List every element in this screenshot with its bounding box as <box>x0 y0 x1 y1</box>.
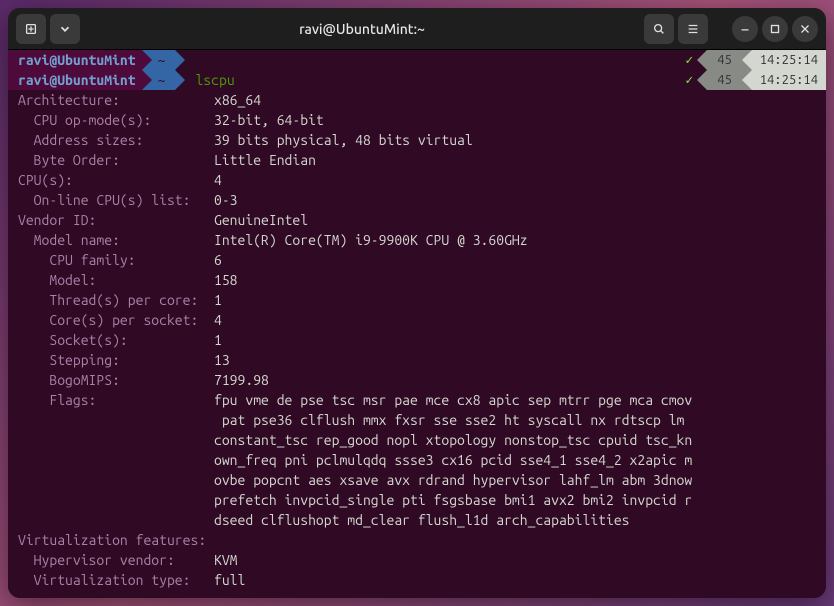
command-output: Architecture: x86_64 CPU op-mode(s): 32-… <box>8 90 826 590</box>
menu-button[interactable] <box>678 14 708 44</box>
row-value: 4 <box>214 172 222 188</box>
output-row: Virtualization type: full <box>18 570 826 590</box>
prompt-dir: ~ <box>152 70 176 90</box>
row-value: Intel(R) Core(TM) i9-9900K CPU @ 3.60GHz <box>214 232 528 248</box>
check-icon: ✓ <box>681 50 697 70</box>
arrow-icon <box>697 70 707 90</box>
status-badge: ✓ 45 14:25:14 <box>681 50 826 70</box>
row-label: Virtualization type: <box>18 572 214 588</box>
new-tab-button[interactable] <box>16 14 46 44</box>
prompt-user: ravi@UbuntuMint <box>8 50 142 70</box>
row-label: Hypervisor vendor: <box>18 552 214 568</box>
arrow-icon <box>142 70 152 90</box>
row-label: CPU op-mode(s): <box>18 112 214 128</box>
output-row: Core(s) per socket: 4 <box>18 310 826 330</box>
row-value: x86_64 <box>214 92 261 108</box>
check-icon: ✓ <box>681 70 697 90</box>
minimize-button[interactable] <box>732 16 758 42</box>
row-label: Stepping: <box>18 352 214 368</box>
arrow-icon <box>742 70 752 90</box>
row-label: Vendor ID: <box>18 212 214 228</box>
status-time: 14:25:14 <box>752 70 826 90</box>
status-time: 14:25:14 <box>752 50 826 70</box>
row-label: On-line CPU(s) list: <box>18 192 214 208</box>
command-text: lscpu <box>185 70 234 90</box>
row-label: Address sizes: <box>18 132 214 148</box>
output-row: Thread(s) per core: 1 <box>18 290 826 310</box>
output-row: CPU op-mode(s): 32-bit, 64-bit <box>18 110 826 130</box>
row-value: 7199.98 <box>214 372 269 388</box>
arrow-icon <box>175 70 185 90</box>
row-value: 158 <box>214 272 238 288</box>
maximize-button[interactable] <box>762 16 788 42</box>
arrow-icon <box>142 50 152 70</box>
flags-continuation: ovbe popcnt aes xsave avx rdrand hypervi… <box>18 470 826 490</box>
dropdown-button[interactable] <box>50 14 80 44</box>
status-number: 45 <box>707 70 742 90</box>
row-value: 4 <box>214 312 222 328</box>
row-value: 32-bit, 64-bit <box>214 112 324 128</box>
row-label: Virtualization features: <box>18 532 206 548</box>
row-label: CPU(s): <box>18 172 214 188</box>
prompt-line: ravi@UbuntuMint ~ ✓ 45 14:25:14 <box>8 50 826 70</box>
prompt-line: ravi@UbuntuMint ~ lscpu ✓ 45 14:25:14 <box>8 70 826 90</box>
row-label: Model: <box>18 272 214 288</box>
flags-continuation: own_freq pni pclmulqdq ssse3 cx16 pcid s… <box>18 450 826 470</box>
arrow-icon <box>742 50 752 70</box>
status-badge: ✓ 45 14:25:14 <box>681 70 826 90</box>
output-row: BogoMIPS: 7199.98 <box>18 370 826 390</box>
output-row: Architecture: x86_64 <box>18 90 826 110</box>
output-row: On-line CPU(s) list: 0-3 <box>18 190 826 210</box>
status-number: 45 <box>707 50 742 70</box>
row-value: full <box>214 572 245 588</box>
output-row: Model name: Intel(R) Core(TM) i9-9900K C… <box>18 230 826 250</box>
window-title: ravi@UbuntuMint:~ <box>80 21 644 37</box>
row-label: BogoMIPS: <box>18 372 214 388</box>
row-value: 1 <box>214 292 222 308</box>
output-row: CPU(s): 4 <box>18 170 826 190</box>
output-row: Model: 158 <box>18 270 826 290</box>
prompt-dir: ~ <box>152 50 176 70</box>
output-row: Vendor ID: GenuineIntel <box>18 210 826 230</box>
row-label: Flags: <box>18 392 214 408</box>
row-label: Socket(s): <box>18 332 214 348</box>
row-value: 13 <box>214 352 230 368</box>
output-row: Hypervisor vendor: KVM <box>18 550 826 570</box>
output-row: Address sizes: 39 bits physical, 48 bits… <box>18 130 826 150</box>
row-label: Architecture: <box>18 92 214 108</box>
flags-continuation: pat pse36 clflush mmx fxsr sse sse2 ht s… <box>18 410 826 430</box>
row-label: Model name: <box>18 232 214 248</box>
row-value: 6 <box>214 252 222 268</box>
close-button[interactable] <box>792 16 818 42</box>
section-header: Virtualization features: <box>18 530 826 550</box>
arrow-icon <box>175 50 185 70</box>
prompt-user: ravi@UbuntuMint <box>8 70 142 90</box>
row-value: fpu vme de pse tsc msr pae mce cx8 apic … <box>214 392 692 408</box>
flags-continuation: constant_tsc rep_good nopl xtopology non… <box>18 430 826 450</box>
flags-continuation: dseed clflushopt md_clear flush_l1d arch… <box>18 510 826 530</box>
row-value: Little Endian <box>214 152 316 168</box>
row-value: 1 <box>214 332 222 348</box>
output-row: Byte Order: Little Endian <box>18 150 826 170</box>
row-label: CPU family: <box>18 252 214 268</box>
output-row: CPU family: 6 <box>18 250 826 270</box>
output-row: Socket(s): 1 <box>18 330 826 350</box>
row-value: 0-3 <box>214 192 238 208</box>
row-label: Core(s) per socket: <box>18 312 214 328</box>
row-label: Byte Order: <box>18 152 214 168</box>
row-label: Thread(s) per core: <box>18 292 214 308</box>
row-value: 39 bits physical, 48 bits virtual <box>214 132 473 148</box>
terminal-window: ravi@UbuntuMint:~ ravi@UbuntuMint <box>8 8 826 598</box>
output-row: Stepping: 13 <box>18 350 826 370</box>
titlebar: ravi@UbuntuMint:~ <box>8 8 826 50</box>
arrow-icon <box>697 50 707 70</box>
row-value: GenuineIntel <box>214 212 308 228</box>
output-row: Flags: fpu vme de pse tsc msr pae mce cx… <box>18 390 826 410</box>
row-value: KVM <box>214 552 238 568</box>
flags-continuation: prefetch invpcid_single pti fsgsbase bmi… <box>18 490 826 510</box>
search-button[interactable] <box>644 14 674 44</box>
terminal-body[interactable]: ravi@UbuntuMint ~ ✓ 45 14:25:14 ravi@Ubu… <box>8 50 826 598</box>
